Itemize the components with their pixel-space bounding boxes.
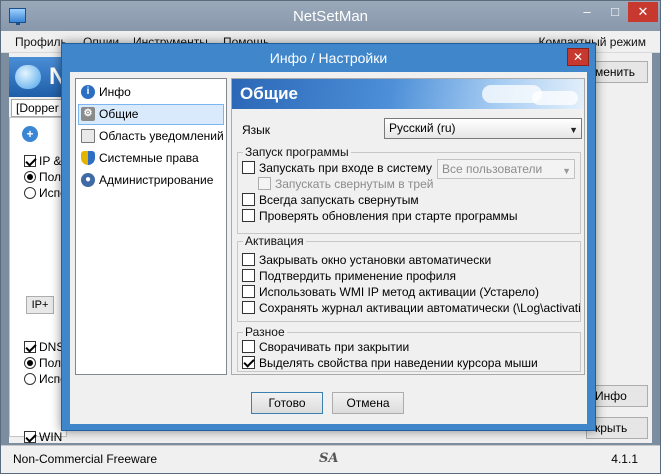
menu-profile[interactable]: Профиль [15,35,67,49]
highlight-properties-row[interactable]: Выделять свойства при наведении курсора … [242,356,538,372]
check-updates-label: Проверять обновления при старте программ… [259,209,518,223]
dns-radio-auto[interactable] [24,357,36,369]
shield-icon [81,151,95,165]
section-title: Общие [240,84,298,103]
dns-checkbox-row[interactable]: DNS [24,340,64,354]
section-header: Общие [232,79,584,109]
main-close-icon[interactable]: ✕ [628,2,658,22]
highlight-properties-label: Выделять свойства при наведении курсора … [259,356,538,370]
add-adapter-icon[interactable]: + [22,126,38,142]
confirm-profile-label: Подтвердить применение профиля [259,269,456,283]
cancel-button[interactable]: Отмена [332,392,404,414]
launch-minimized-tray-checkbox [258,177,271,190]
ok-button[interactable]: Готово [251,392,323,414]
wins-checkbox-row[interactable]: WIN [24,430,62,444]
ip-radio-manual[interactable] [24,187,36,199]
wmi-method-row[interactable]: Использовать WMI IP метод активации (Уст… [242,285,539,301]
wmi-method-label: Использовать WMI IP метод активации (Уст… [259,285,540,299]
launch-minimized-tray-row: Запускать свернутым в трей [258,177,433,193]
minimize-on-close-row[interactable]: Сворачивать при закрытии [242,340,409,356]
users-select: Все пользователи ▼ [437,159,575,179]
save-log-label: Сохранять журнал активации автоматически… [259,301,580,315]
dialog-client-area: i Инфо ⚙ Общие Область уведомлений Систе… [70,72,587,424]
info-icon: i [81,85,95,99]
auto-close-window-checkbox[interactable] [242,253,255,266]
misc-group: Разное Сворачивать при закрытии Выделять… [237,325,581,372]
settings-nav-list: i Инфо ⚙ Общие Область уведомлений Систе… [75,78,227,375]
users-select-value: Все пользователи [442,162,543,176]
minimize-on-close-label: Сворачивать при закрытии [259,340,410,354]
wmi-method-checkbox[interactable] [242,285,255,298]
status-bar: Non-Commercial Freeware SA 4.1.1 [1,445,660,473]
always-minimized-checkbox[interactable] [242,193,255,206]
confirm-profile-checkbox[interactable] [242,269,255,282]
chevron-down-icon: ▼ [562,166,571,176]
main-titlebar: NetSetMan – □ ✕ [1,1,660,31]
language-select[interactable]: Русский (ru) ▼ [384,118,582,139]
wins-checkbox[interactable] [24,431,36,443]
ip-plus-button[interactable]: IP+ [26,296,54,314]
nav-item-system-rights[interactable]: Системные права [78,148,224,169]
check-updates-checkbox[interactable] [242,209,255,222]
chevron-down-icon: ▼ [569,125,578,135]
auto-close-window-label: Закрывать окно установки автоматически [259,253,492,267]
auto-close-window-row[interactable]: Закрывать окно установки автоматически [242,253,491,269]
maximize-icon[interactable]: □ [604,2,626,22]
network-globe-icon [15,65,41,89]
ip-label: IP & [39,154,62,168]
nav-item-label: Инфо [99,85,131,99]
launch-at-login-row[interactable]: Запускать при входе в систему [242,161,432,177]
wins-label: WIN [39,430,63,444]
launch-at-login-checkbox[interactable] [242,161,255,174]
main-window-title: NetSetMan [292,8,369,25]
nav-item-info[interactable]: i Инфо [78,82,224,103]
ip-checkbox[interactable] [24,155,36,167]
nav-item-label: Область уведомлений [99,129,224,143]
nav-item-label: Общие [99,107,139,121]
version-label: 4.1.1 [611,452,638,466]
startup-group-title: Запуск программы [243,145,351,159]
minimize-on-close-checkbox[interactable] [242,340,255,353]
startup-group: Запуск программы Запускать при входе в с… [237,145,581,234]
always-minimized-row[interactable]: Всегда запускать свернутым [242,193,419,209]
profile-settings-panel: + IP & Полу Испо IP+ DNS Полу Испо WIN [9,117,67,444]
user-icon: ● [81,173,95,187]
save-log-checkbox[interactable] [242,301,255,314]
brand-banner: N [9,57,67,97]
activation-group: Активация Закрывать окно установки автом… [237,234,581,322]
check-updates-row[interactable]: Проверять обновления при старте программ… [242,209,518,225]
save-log-row[interactable]: Сохранять журнал активации автоматически… [242,301,580,317]
always-minimized-label: Всегда запускать свернутым [259,193,419,207]
dns-radio-manual[interactable] [24,373,36,385]
nav-item-general[interactable]: ⚙ Общие [78,104,224,125]
launch-minimized-tray-label: Запускать свернутым в трей [275,177,434,191]
dns-checkbox[interactable] [24,341,36,353]
minimize-icon[interactable]: – [576,2,598,22]
nav-item-label: Администрирование [99,173,214,187]
gear-icon: ⚙ [81,107,95,121]
language-label: Язык [242,123,271,137]
dialog-title: Инфо / Настройки [269,50,388,66]
general-settings-panel: Общие Язык Русский (ru) ▼ Запуск програм… [231,78,585,375]
nav-item-notification-area[interactable]: Область уведомлений [78,126,224,147]
highlight-properties-checkbox[interactable] [242,356,255,369]
profile-tab[interactable]: [Dopper [11,99,67,117]
dialog-titlebar[interactable]: Инфо / Настройки ✕ [62,44,595,72]
settings-dialog: Инфо / Настройки ✕ i Инфо ⚙ Общие Област… [61,43,596,431]
language-select-value: Русский (ru) [389,121,456,135]
misc-group-title: Разное [243,325,287,339]
window-icon [81,129,95,143]
confirm-profile-row[interactable]: Подтвердить применение профиля [242,269,456,285]
dialog-close-icon[interactable]: ✕ [567,48,589,66]
activation-options: Закрывать окно установки автоматически П… [238,242,580,321]
ip-radio-auto[interactable] [24,171,36,183]
header-cloud-decoration [532,91,578,105]
status-logo: SA [319,451,339,466]
launch-at-login-label: Запускать при входе в систему [259,161,432,175]
ip-checkbox-row[interactable]: IP & [24,154,61,168]
nav-item-label: Системные права [99,151,199,165]
license-status: Non-Commercial Freeware [13,452,158,466]
nav-item-administration[interactable]: ● Администрирование [78,170,224,191]
